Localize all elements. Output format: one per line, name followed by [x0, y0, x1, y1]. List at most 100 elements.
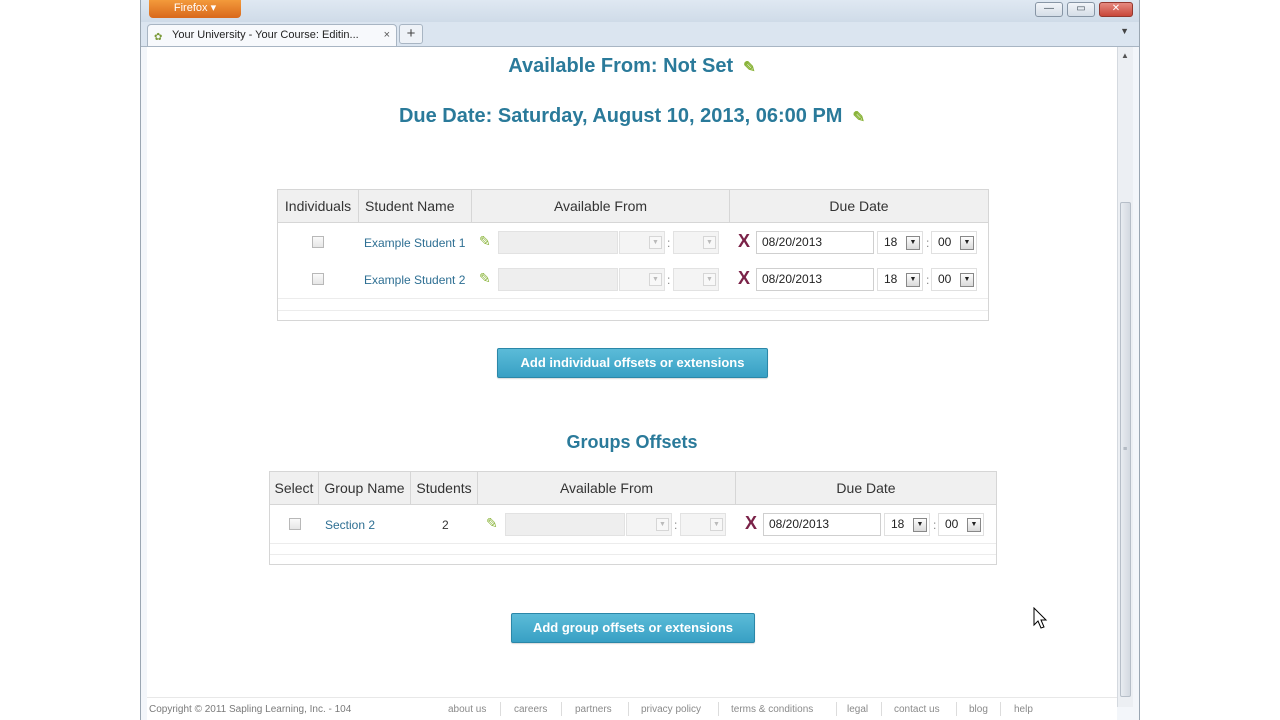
col-individuals: Individuals — [278, 190, 359, 222]
footer-link-blog[interactable]: blog — [969, 704, 988, 715]
chevron-down-icon: ▼ — [913, 518, 927, 532]
remove-x-icon[interactable]: X — [745, 513, 757, 534]
footer-link-partners[interactable]: partners — [575, 704, 612, 715]
chevron-down-icon: ▼ — [906, 236, 920, 250]
footer-link-privacy-policy[interactable]: privacy policy — [641, 704, 701, 715]
col-available-from: Available From — [472, 190, 730, 222]
table-divider — [278, 298, 988, 299]
scroll-up-icon[interactable]: ▲ — [1121, 51, 1129, 60]
tab-course-editing[interactable]: ✿ Your University - Your Course: Editin.… — [147, 24, 397, 46]
available-hour-select-disabled: ▼ — [619, 268, 665, 291]
chevron-down-icon: ▼ — [967, 518, 981, 532]
table-divider — [270, 543, 996, 544]
footer-link-help[interactable]: help — [1014, 704, 1033, 715]
students-count: 2 — [442, 518, 449, 532]
table-row: Section 2 2 ✎ ▼ : ▼ X 08/20/2013 18 ▼ : 0… — [270, 506, 996, 543]
add-group-offsets-button[interactable]: Add group offsets or extensions — [511, 613, 755, 643]
time-separator: : — [674, 518, 678, 532]
scrollbar-thumb[interactable]: ≡ — [1120, 202, 1131, 697]
chevron-down-icon: ▼ — [656, 518, 669, 531]
footer-link-about-us[interactable]: about us — [448, 704, 486, 715]
close-window-button[interactable]: ✕ — [1099, 2, 1133, 17]
page-content: Available From: Not Set ✎ Due Date: Satur… — [147, 47, 1117, 720]
desktop-background-right — [1140, 0, 1280, 720]
due-hour-select[interactable]: 18 ▼ — [877, 268, 923, 291]
groups-table: Select Group Name Students Available Fro… — [269, 471, 997, 565]
available-minute-select-disabled: ▼ — [680, 513, 726, 536]
minimize-button[interactable]: — — [1035, 2, 1063, 17]
due-date-heading: Due Date: Saturday, August 10, 2013, 06:… — [147, 105, 1117, 128]
footer-link-legal[interactable]: legal — [847, 704, 868, 715]
due-minute-value: 00 — [938, 272, 952, 286]
due-hour-value: 18 — [884, 272, 898, 286]
col-select: Select — [270, 472, 319, 504]
due-date-input[interactable]: 08/20/2013 — [756, 231, 874, 254]
due-date-input[interactable]: 08/20/2013 — [756, 268, 874, 291]
available-minute-select-disabled: ▼ — [673, 231, 719, 254]
col-group-name: Group Name — [319, 472, 411, 504]
due-minute-select[interactable]: 00 ▼ — [931, 268, 977, 291]
individuals-table: Individuals Student Name Available From … — [277, 189, 989, 321]
edit-pencil-icon[interactable]: ✎ — [479, 233, 491, 250]
groups-offsets-heading: Groups Offsets — [566, 432, 698, 452]
group-name-link[interactable]: Section 2 — [325, 518, 375, 532]
student-name-link[interactable]: Example Student 2 — [364, 273, 465, 287]
restore-button[interactable]: ▭ — [1067, 2, 1095, 17]
chevron-down-icon: ▼ — [960, 236, 974, 250]
available-hour-select-disabled: ▼ — [626, 513, 672, 536]
col-due-date: Due Date — [836, 480, 896, 496]
due-minute-select[interactable]: 00 ▼ — [931, 231, 977, 254]
due-minute-select[interactable]: 00 ▼ — [938, 513, 984, 536]
chevron-down-icon: ▼ — [649, 236, 662, 249]
available-from-heading: Available From: Not Set ✎ — [147, 55, 1117, 78]
table-row: Example Student 2 ✎ ▼ : ▼ X 08/20/2013 1… — [278, 261, 988, 298]
mouse-cursor-icon — [1033, 607, 1048, 629]
individuals-table-header: Individuals Student Name Available From … — [278, 190, 988, 223]
student-name-link[interactable]: Example Student 1 — [364, 236, 465, 250]
available-from-date-disabled — [498, 231, 618, 254]
due-date-text: Due Date: Saturday, August 10, 2013, 06:… — [398, 105, 843, 127]
favicon-icon: ✿ — [154, 32, 163, 43]
table-divider — [270, 554, 996, 555]
page-scrollbar[interactable]: ▲ ≡ — [1117, 47, 1133, 707]
due-hour-select[interactable]: 18 ▼ — [884, 513, 930, 536]
footer-link-terms[interactable]: terms & conditions — [731, 704, 813, 715]
new-tab-button[interactable]: + — [399, 24, 423, 44]
tab-bar: ✿ Your University - Your Course: Editin.… — [141, 22, 1139, 47]
time-separator: : — [926, 236, 930, 250]
student-checkbox[interactable] — [312, 236, 324, 248]
footer-separator — [956, 702, 957, 716]
footer-separator — [718, 702, 719, 716]
col-student-name: Student Name — [359, 190, 472, 222]
footer-separator — [836, 702, 837, 716]
add-individual-offsets-button[interactable]: Add individual offsets or extensions — [497, 348, 768, 378]
edit-due-date-pencil-icon[interactable]: ✎ — [852, 108, 865, 126]
due-hour-value: 18 — [891, 517, 905, 531]
tab-close-icon[interactable]: × — [384, 25, 390, 45]
edit-pencil-icon[interactable]: ✎ — [486, 515, 498, 532]
group-checkbox[interactable] — [289, 518, 301, 530]
remove-x-icon[interactable]: X — [738, 231, 750, 252]
due-minute-value: 00 — [945, 517, 959, 531]
edit-available-from-pencil-icon[interactable]: ✎ — [743, 58, 756, 76]
edit-pencil-icon[interactable]: ✎ — [479, 270, 491, 287]
available-from-text: Available From: Not Set — [508, 55, 734, 77]
footer-link-contact-us[interactable]: contact us — [894, 704, 940, 715]
desktop-background-left — [0, 0, 140, 720]
due-hour-value: 18 — [884, 235, 898, 249]
footer-link-careers[interactable]: careers — [514, 704, 547, 715]
footer-separator — [881, 702, 882, 716]
chevron-down-icon: ▼ — [906, 273, 920, 287]
footer-separator — [500, 702, 501, 716]
student-checkbox[interactable] — [312, 273, 324, 285]
firefox-menu-button[interactable]: Firefox ▾ — [149, 0, 241, 18]
copyright-text: Copyright © 2011 Sapling Learning, Inc. … — [149, 704, 352, 715]
available-from-date-disabled — [498, 268, 618, 291]
remove-x-icon[interactable]: X — [738, 268, 750, 289]
due-hour-select[interactable]: 18 ▼ — [877, 231, 923, 254]
due-minute-value: 00 — [938, 235, 952, 249]
tab-list-icon[interactable]: ▼ — [1120, 26, 1129, 36]
title-bar: Firefox ▾ — ▭ ✕ — [141, 0, 1139, 22]
due-date-input[interactable]: 08/20/2013 — [763, 513, 881, 536]
footer-separator — [628, 702, 629, 716]
